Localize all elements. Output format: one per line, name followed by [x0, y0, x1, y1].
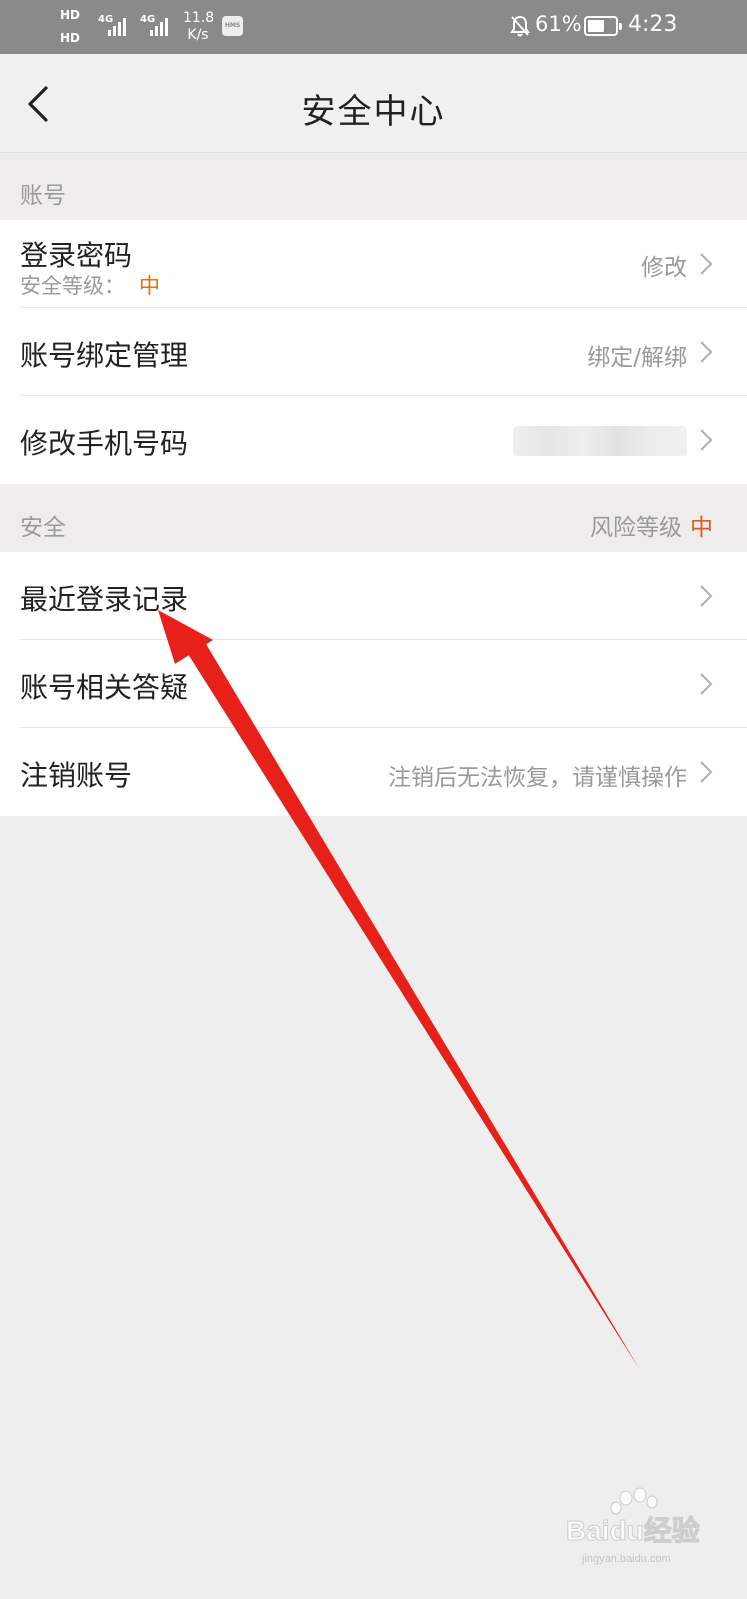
row-title: 最近登录记录	[20, 583, 189, 616]
recent-login-row[interactable]: 最近登录记录	[0, 552, 747, 640]
status-bar: HD HD 4G 4G 11.8 K/s HMS 61% 4:23	[0, 0, 747, 54]
modify-link: 修改	[641, 255, 687, 281]
cancel-account-row[interactable]: 注销账号 注销后无法恢复，请谨慎操作	[0, 728, 747, 816]
hd-icon: HD	[60, 8, 81, 22]
change-phone-row[interactable]: 修改手机号码	[0, 396, 747, 484]
baidu-jingyan-watermark: Baidu经验 jingyan.baidu.com	[566, 1487, 700, 1565]
clock: 4:23	[628, 12, 678, 37]
bell-off-icon	[510, 15, 530, 37]
hd-icon: HD	[60, 31, 81, 45]
row-title: 登录密码	[20, 239, 133, 272]
account-binding-row[interactable]: 账号绑定管理 绑定/解绑	[0, 308, 747, 396]
battery-percent: 61%	[535, 12, 582, 36]
hms-icon: HMS	[222, 16, 243, 36]
chevron-right-icon	[700, 585, 713, 607]
page-title: 安全中心	[301, 92, 446, 132]
chevron-right-icon	[700, 761, 713, 783]
chevron-right-icon	[700, 673, 713, 695]
security-level-value: 中	[139, 274, 160, 298]
chevron-right-icon	[700, 341, 713, 363]
nav-bar: 安全中心	[0, 54, 747, 153]
login-password-row[interactable]: 登录密码 安全等级：中 修改	[0, 220, 747, 308]
row-title: 账号相关答疑	[20, 671, 189, 704]
svg-text:jingyan.baidu.com: jingyan.baidu.com	[581, 1553, 671, 1565]
blurred-phone-number	[513, 426, 687, 456]
network-speed: 11.8 K/s	[183, 10, 215, 43]
section-label: 账号	[20, 183, 66, 209]
security-level: 安全等级：中	[20, 274, 160, 298]
battery-icon	[584, 16, 622, 36]
row-title: 注销账号	[20, 759, 133, 792]
row-title: 修改手机号码	[20, 427, 189, 460]
section-header-account: 账号	[0, 154, 747, 220]
chevron-right-icon	[700, 253, 713, 275]
svg-text:Baidu经验: Baidu经验	[566, 1514, 700, 1546]
account-faq-row[interactable]: 账号相关答疑	[0, 640, 747, 728]
signal-icon: 4G	[140, 14, 174, 36]
bind-unbind-link: 绑定/解绑	[587, 345, 687, 371]
section-label: 安全	[20, 515, 66, 541]
risk-level-value: 中	[690, 515, 713, 541]
cancel-hint: 注销后无法恢复，请谨慎操作	[388, 765, 687, 791]
row-title: 账号绑定管理	[20, 339, 189, 372]
section-header-security: 安全 风险等级中	[0, 484, 747, 552]
risk-level: 风险等级中	[590, 515, 713, 541]
signal-icon: 4G	[98, 14, 132, 36]
chevron-right-icon	[700, 429, 713, 451]
